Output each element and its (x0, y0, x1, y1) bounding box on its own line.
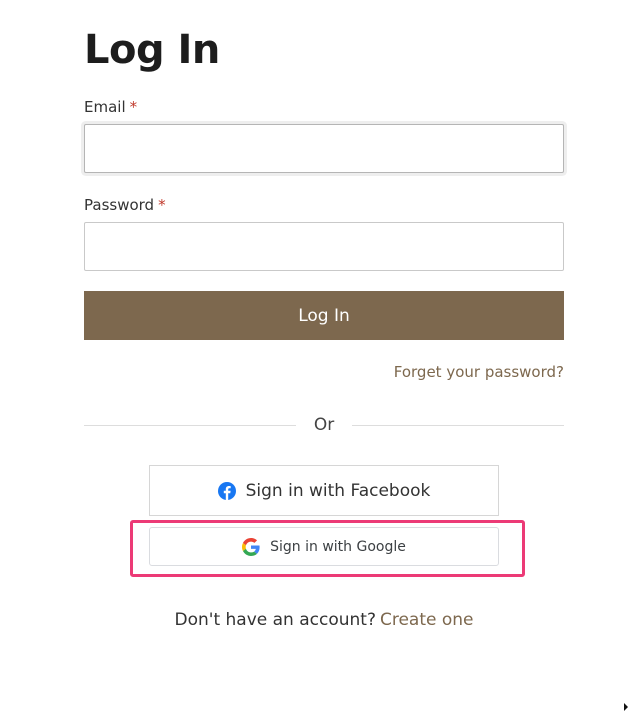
google-icon (242, 537, 260, 556)
or-divider: Or (84, 414, 564, 436)
create-account-link[interactable]: Create one (380, 610, 474, 630)
divider-line-left (84, 424, 296, 426)
google-button-label: Sign in with Google (270, 538, 406, 555)
required-marker: * (129, 98, 138, 116)
password-label: Password * (84, 196, 166, 214)
required-marker: * (158, 196, 166, 214)
divider-text: Or (313, 415, 335, 435)
facebook-button-label: Sign in with Facebook (245, 480, 431, 501)
login-button-label: Log In (298, 305, 350, 326)
divider-line-right (352, 424, 564, 426)
email-label: Email * (84, 98, 137, 116)
signup-prompt-text: Don't have an account? (174, 610, 376, 630)
email-input[interactable] (84, 124, 564, 173)
page-title: Log In (84, 27, 220, 73)
facebook-icon (217, 481, 236, 500)
password-label-text: Password (84, 196, 155, 214)
facebook-signin-button[interactable]: Sign in with Facebook (149, 465, 499, 516)
password-input[interactable] (84, 222, 564, 271)
login-button[interactable]: Log In (84, 291, 564, 340)
google-signin-button[interactable]: Sign in with Google (149, 527, 499, 566)
signup-prompt: Don't have an account? Create one (0, 609, 628, 631)
mouse-cursor-icon (624, 703, 628, 711)
forgot-password-link[interactable]: Forget your password? (394, 363, 564, 381)
email-label-text: Email (84, 98, 126, 116)
